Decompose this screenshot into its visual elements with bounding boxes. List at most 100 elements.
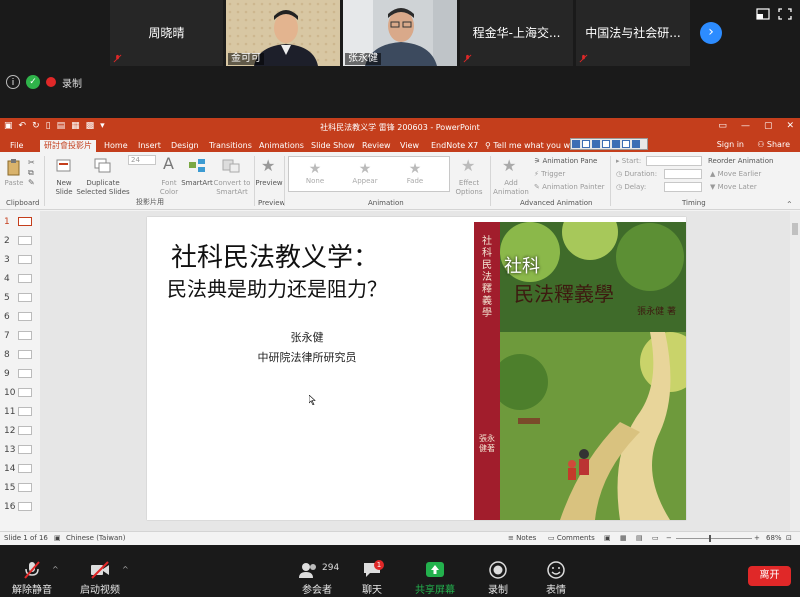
tell-me-search[interactable]: ⚲ Tell me what you want (485, 140, 583, 152)
slide-thumbnail[interactable]: 15 (2, 481, 38, 495)
slide-thumbnail[interactable]: 10 (2, 386, 38, 400)
convert-smartart-icon[interactable] (222, 158, 240, 178)
tab-file[interactable]: File (10, 140, 23, 152)
tab-seminar[interactable]: 研討會投影片 (40, 140, 96, 152)
slide-thumbnail[interactable]: 12 (2, 424, 38, 438)
zoom-slider[interactable] (676, 538, 752, 539)
paste-icon[interactable] (6, 158, 22, 176)
notes-button[interactable]: ≡ Notes (508, 534, 536, 542)
slide-thumbnail[interactable]: 7 (2, 329, 38, 343)
format-painter-icon[interactable]: ✎ (28, 178, 35, 188)
cut-copy-icons[interactable]: ✂ ⧉ ✎ (28, 158, 35, 188)
move-earlier-button[interactable]: ▲ Move Earlier (710, 170, 761, 179)
cut-icon[interactable]: ✂ (28, 158, 35, 168)
comments-button[interactable]: ▭ Comments (548, 534, 595, 542)
font-size-box[interactable]: 24 (128, 155, 156, 165)
animation-painter-button[interactable]: ✎ Animation Painter (534, 183, 605, 192)
zoom-out-button[interactable]: − (666, 534, 672, 542)
slide-thumbnail[interactable]: 1 (2, 215, 38, 229)
start-select[interactable] (646, 156, 702, 166)
tab-view[interactable]: View (400, 140, 419, 152)
slide-thumbnail[interactable]: 2 (2, 234, 38, 248)
proofing-icon[interactable]: ▣ (54, 534, 61, 542)
participant-tile[interactable]: 周晓晴 (110, 0, 223, 66)
input-method-toolbar[interactable] (570, 138, 648, 150)
slide-thumbnail[interactable]: 9 (2, 367, 38, 381)
maximize-icon[interactable]: ▢ (764, 121, 773, 131)
fit-slide-icon[interactable]: ⊡ (786, 534, 792, 542)
sign-in-link[interactable]: Sign in (717, 140, 744, 149)
minimize-icon[interactable]: — (741, 121, 750, 131)
smartart-icon[interactable] (188, 158, 206, 178)
tab-insert[interactable]: Insert (138, 140, 161, 152)
new-slide-icon[interactable] (56, 157, 72, 179)
slide-thumbnail[interactable]: 13 (2, 443, 38, 457)
tab-animations[interactable]: Animations (259, 140, 304, 152)
slide-thumbnail[interactable]: 4 (2, 272, 38, 286)
gallery-view-icon[interactable] (756, 8, 770, 20)
animation-gallery[interactable]: ★ None ★ Appear ★ Fade (288, 156, 450, 192)
tab-review[interactable]: Review (362, 140, 391, 152)
reactions-button[interactable]: 表情 (534, 551, 578, 597)
anim-appear[interactable]: ★ Appear (345, 161, 385, 185)
chat-button[interactable]: 1 聊天 (350, 551, 394, 597)
slide-sorter-icon[interactable]: ▦ (620, 534, 627, 542)
info-icon[interactable]: i (6, 75, 20, 89)
add-animation-icon[interactable]: ★ (502, 156, 516, 175)
animation-pane-button[interactable]: ⚞ Animation Pane (534, 157, 597, 166)
reading-view-icon[interactable]: ▤ (636, 534, 643, 542)
active-speaker-tile[interactable]: 张永健 (343, 0, 457, 66)
slide-thumbnail[interactable]: 11 (2, 405, 38, 419)
duplicate-slide-icon[interactable] (94, 157, 112, 179)
fullscreen-icon[interactable] (778, 8, 792, 20)
next-page-button[interactable]: › (700, 22, 722, 44)
anim-none[interactable]: ★ None (295, 161, 335, 185)
duration-stepper[interactable] (664, 169, 702, 179)
tab-endnote[interactable]: EndNote X7 (431, 140, 478, 152)
start-video-button[interactable]: 启动视频 (74, 551, 126, 597)
slideshow-view-icon[interactable]: ▭ (652, 534, 659, 542)
unmute-button[interactable]: 解除静音 (6, 551, 58, 597)
zoom-level[interactable]: 68% (766, 534, 782, 542)
share-screen-button[interactable]: 共享屏幕 (410, 551, 460, 597)
vertical-scrollbar[interactable] (790, 211, 800, 531)
leave-meeting-button[interactable]: 离开 (748, 566, 791, 586)
tab-home[interactable]: Home (104, 140, 128, 152)
slide-thumbnail[interactable]: 16 (2, 500, 38, 514)
share-button[interactable]: ⚇ Share (757, 140, 790, 149)
tab-transitions[interactable]: Transitions (209, 140, 252, 152)
current-slide[interactable]: 社科民法教义学： 民法典是助力还是阻力？ 张永健 中研院法律所研究员 社科民法釋… (147, 217, 686, 520)
move-later-button[interactable]: ▼ Move Later (710, 183, 757, 192)
copy-icon[interactable]: ⧉ (28, 168, 35, 178)
participant-tile[interactable]: 中国法与社会研... (576, 0, 690, 66)
slide-thumbnail[interactable]: 6 (2, 310, 38, 324)
participant-tile[interactable]: 程金华-上海交... (460, 0, 573, 66)
collapse-ribbon-icon[interactable]: ⌃ (786, 200, 793, 209)
language-indicator[interactable]: Chinese (Taiwan) (66, 534, 125, 542)
effect-options-icon[interactable]: ★ (461, 156, 475, 175)
anim-fade[interactable]: ★ Fade (395, 161, 435, 185)
normal-view-icon[interactable]: ▣ (604, 534, 611, 542)
trigger-button[interactable]: ⚡ Trigger (534, 170, 565, 179)
shield-icon[interactable]: ✓ (26, 75, 40, 89)
animation-pane-label: Animation Pane (542, 157, 598, 165)
video-options-caret[interactable]: ^ (122, 565, 129, 574)
tab-design[interactable]: Design (171, 140, 199, 152)
audio-options-caret[interactable]: ^ (52, 565, 59, 574)
preview-icon[interactable]: ★ (261, 156, 275, 175)
zoom-in-button[interactable]: + (754, 534, 760, 542)
delay-stepper[interactable] (664, 182, 702, 192)
participants-button[interactable]: 294 参会者 (292, 551, 342, 597)
slide-thumbnail[interactable]: 5 (2, 291, 38, 305)
record-button[interactable]: 录制 (476, 551, 520, 597)
scrollbar-thumb[interactable] (792, 223, 798, 235)
slide-thumbnail[interactable]: 3 (2, 253, 38, 267)
tab-slide-show[interactable]: Slide Show (311, 140, 355, 152)
font-color-icon[interactable]: A (163, 154, 174, 173)
ribbon-options-icon[interactable]: ▭ (718, 121, 727, 131)
slide-thumbnail[interactable]: 8 (2, 348, 38, 362)
participant-video-tile[interactable]: 金可可 (226, 0, 340, 66)
slide-thumbnail[interactable]: 14 (2, 462, 38, 476)
close-icon[interactable]: ✕ (786, 121, 794, 131)
zoom-slider-thumb[interactable] (709, 535, 711, 542)
